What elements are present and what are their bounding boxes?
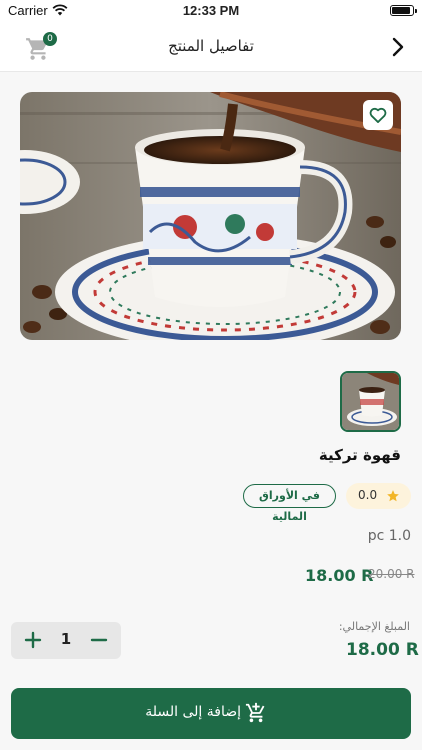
product-image (20, 92, 401, 340)
heart-icon (369, 107, 387, 124)
add-to-cart-label: إضافة إلى السلة (145, 704, 241, 720)
quantity-value: 1 (60, 630, 72, 648)
status-bar: Carrier 12:33 PM (0, 0, 422, 22)
coffee-cup-image (20, 92, 401, 340)
product-name: قهوة تركية (318, 446, 401, 464)
clock: 12:33 PM (182, 3, 240, 18)
stock-status-badge: في الأوراق المالية (243, 484, 336, 523)
rating-badge: 0.0 (346, 483, 411, 509)
page-title: تفاصيل المنتج (168, 37, 254, 55)
star-icon (387, 490, 399, 502)
header: 0 تفاصيل المنتج (0, 22, 422, 72)
favorite-button[interactable] (363, 100, 393, 130)
current-price: 18.00 R (305, 566, 374, 585)
thumbnail-image (342, 373, 399, 430)
unit-label: pc 1.0 (367, 528, 411, 544)
minus-icon[interactable] (89, 630, 109, 650)
add-cart-icon (245, 702, 265, 723)
product-thumbnail[interactable] (340, 371, 401, 432)
chevron-right-icon (392, 37, 404, 57)
old-price: 20.00 R (368, 567, 415, 581)
plus-icon[interactable] (23, 630, 43, 650)
back-button[interactable] (386, 34, 410, 60)
battery-icon (390, 5, 417, 16)
rating-value: 0.0 (358, 488, 378, 502)
total-label: المبلغ الإجمالي: (338, 620, 410, 633)
total-value: 18.00 R (346, 640, 419, 660)
add-to-cart-button[interactable]: إضافة إلى السلة (11, 688, 411, 739)
quantity-stepper: 1 (11, 622, 121, 659)
